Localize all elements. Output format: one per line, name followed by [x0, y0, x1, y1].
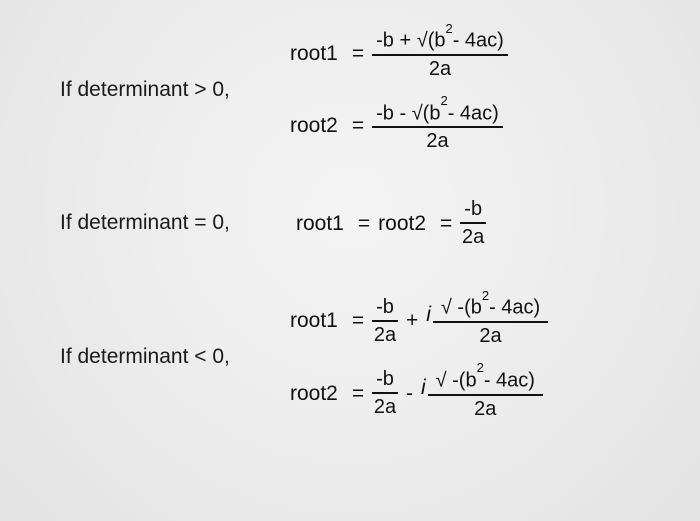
imaginary-i: i — [421, 377, 428, 398]
fraction-numerator: √ -(b2- 4ac) — [428, 368, 543, 396]
page: If determinant > 0, root1 = -b + √(b2- 4… — [0, 0, 700, 429]
formula-neg-root2: root2 = -b 2a - i √ -(b2- 4ac) 2a — [290, 368, 548, 419]
formulas-zero: root1 = root2 = -b 2a — [290, 199, 486, 247]
equals-sign: = — [344, 115, 372, 136]
fraction: √ -(b2- 4ac) 2a — [428, 368, 543, 419]
imaginary-i: i — [426, 304, 433, 325]
root1-label: root1 — [290, 43, 344, 64]
fraction-denominator: 2a — [429, 56, 451, 79]
fraction-denominator: 2a — [374, 394, 396, 417]
formula-neg-root1: root1 = -b 2a + i √ -(b2- 4ac) 2a — [290, 295, 548, 346]
root2-label: root2 — [290, 383, 344, 404]
plus-operator: + — [398, 310, 426, 331]
fraction-denominator: 2a — [479, 323, 501, 346]
formulas-positive: root1 = -b + √(b2- 4ac) 2a root2 = -b - … — [290, 28, 508, 151]
fraction-numerator: -b — [372, 297, 398, 322]
formulas-negative: root1 = -b 2a + i √ -(b2- 4ac) 2a root2 … — [290, 295, 548, 418]
fraction-numerator: -b - √(b2- 4ac) — [372, 101, 503, 129]
fraction-denominator: 2a — [374, 322, 396, 345]
fraction-numerator: -b — [372, 369, 398, 394]
root2-label: root2 — [290, 115, 344, 136]
minus-operator: - — [398, 383, 421, 404]
fraction: √ -(b2- 4ac) 2a — [433, 295, 548, 346]
case-negative: If determinant < 0, root1 = -b 2a + i √ … — [60, 295, 660, 418]
root1-label: root1 — [290, 310, 344, 331]
fraction: -b 2a — [372, 369, 398, 417]
formula-pos-root2: root2 = -b - √(b2- 4ac) 2a — [290, 101, 508, 152]
equals-sign: = — [432, 213, 460, 234]
fraction-numerator: √ -(b2- 4ac) — [433, 295, 548, 323]
condition-text-negative: If determinant < 0, — [60, 345, 290, 369]
formula-zero-root: root1 = root2 = -b 2a — [290, 199, 486, 247]
fraction: -b - √(b2- 4ac) 2a — [372, 101, 503, 152]
fraction: -b 2a — [372, 297, 398, 345]
fraction-numerator: -b + √(b2- 4ac) — [372, 28, 508, 56]
equals-sign: = — [344, 383, 372, 404]
fraction-numerator: -b — [460, 199, 486, 224]
condition-text-zero: If determinant = 0, — [60, 211, 290, 235]
fraction-denominator: 2a — [426, 128, 448, 151]
fraction: -b 2a — [460, 199, 486, 247]
case-positive: If determinant > 0, root1 = -b + √(b2- 4… — [60, 28, 660, 151]
case-zero: If determinant = 0, root1 = root2 = -b 2… — [60, 199, 660, 247]
equals-sign: = — [344, 310, 372, 331]
condition-text-positive: If determinant > 0, — [60, 78, 290, 102]
root2-label: root2 — [378, 213, 432, 234]
fraction: -b + √(b2- 4ac) 2a — [372, 28, 508, 79]
root1-label: root1 — [296, 213, 350, 234]
formula-pos-root1: root1 = -b + √(b2- 4ac) 2a — [290, 28, 508, 79]
equals-sign: = — [344, 43, 372, 64]
fraction-denominator: 2a — [474, 396, 496, 419]
equals-sign: = — [350, 213, 378, 234]
fraction-denominator: 2a — [462, 224, 484, 247]
